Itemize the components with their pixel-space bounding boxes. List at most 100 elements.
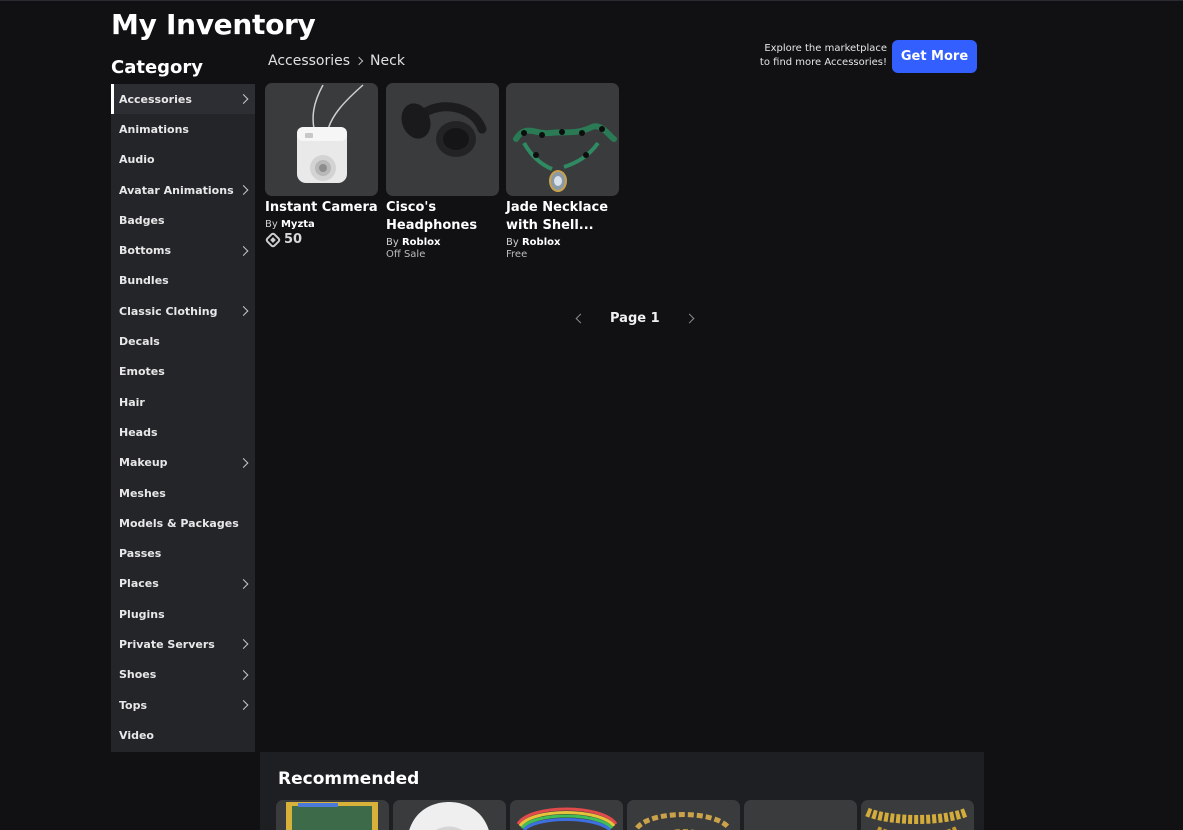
sidebar-item-label: Decals bbox=[119, 335, 160, 349]
chevron-right-icon bbox=[238, 669, 249, 680]
sidebar-item-animations[interactable]: Animations bbox=[111, 114, 255, 144]
sidebar-item-label: Private Servers bbox=[119, 637, 215, 651]
robux-icon bbox=[264, 231, 282, 248]
sidebar-item-video[interactable]: Video bbox=[111, 720, 255, 750]
sidebar-item-label: Bottoms bbox=[119, 244, 172, 258]
instant-camera-image bbox=[297, 84, 364, 183]
sidebar-item-passes[interactable]: Passes bbox=[111, 538, 255, 568]
sidebar-item-label: Video bbox=[119, 728, 154, 742]
creator-link[interactable]: Roblox bbox=[402, 237, 440, 248]
sidebar-item-accessories[interactable]: Accessories bbox=[111, 84, 255, 115]
sidebar-item-bottoms[interactable]: Bottoms bbox=[111, 235, 255, 265]
previous-page-button[interactable] bbox=[570, 308, 590, 328]
chevron-right-icon bbox=[238, 245, 249, 256]
chevron-left-icon bbox=[575, 313, 585, 323]
chevron-right-icon bbox=[684, 313, 695, 323]
sidebar-item-label: Badges bbox=[119, 213, 165, 227]
item-name[interactable]: Jade Necklace with Shell... bbox=[506, 199, 620, 235]
sidebar-item-label: Tops bbox=[119, 698, 148, 712]
sidebar-item-places[interactable]: Places bbox=[111, 569, 255, 599]
get-more-button[interactable]: Get More bbox=[892, 40, 977, 73]
sidebar-item-label: Plugins bbox=[119, 607, 165, 621]
explore-line-1: Explore the marketplace bbox=[764, 43, 887, 54]
sidebar-item-private-servers[interactable]: Private Servers bbox=[111, 629, 255, 659]
sidebar-item-label: Places bbox=[119, 577, 159, 591]
chevron-right-icon bbox=[238, 306, 249, 317]
recommended-item-thumbnail[interactable] bbox=[276, 800, 389, 830]
item-card-instant-camera[interactable]: Instant Camera By Myzta 50 bbox=[264, 83, 379, 248]
item-thumbnail[interactable] bbox=[506, 83, 619, 196]
sidebar-item-label: Emotes bbox=[119, 365, 165, 379]
chevron-right-icon bbox=[238, 639, 249, 650]
creator-link[interactable]: Myzta bbox=[281, 219, 315, 230]
sidebar-item-label: Classic Clothing bbox=[119, 304, 218, 318]
sidebar-item-tops[interactable]: Tops bbox=[111, 690, 255, 720]
breadcrumb-current: Neck bbox=[370, 53, 405, 69]
recommended-item-thumbnail[interactable] bbox=[393, 800, 506, 830]
sidebar-item-label: Models & Packages bbox=[119, 516, 239, 530]
page-indicator: Page 1 bbox=[610, 310, 660, 326]
sidebar-item-hair[interactable]: Hair bbox=[111, 387, 255, 417]
recommended-item-thumbnail[interactable] bbox=[744, 800, 857, 830]
item-card-jade-necklace[interactable]: Jade Necklace with Shell... By Roblox Fr… bbox=[506, 83, 620, 260]
item-thumbnail[interactable] bbox=[386, 83, 499, 196]
item-name[interactable]: Instant Camera bbox=[265, 199, 379, 217]
page-title: My Inventory bbox=[111, 8, 316, 41]
item-price: Free bbox=[506, 249, 528, 260]
sidebar-item-makeup[interactable]: Makeup bbox=[111, 448, 255, 478]
chevron-right-icon bbox=[354, 56, 364, 66]
item-creator: By Roblox bbox=[386, 237, 441, 248]
chevron-right-icon bbox=[238, 578, 249, 589]
item-price: 50 bbox=[264, 231, 379, 248]
gold-chain-image bbox=[865, 807, 969, 830]
sidebar-item-models-packages[interactable]: Models & Packages bbox=[111, 508, 255, 538]
recommended-section: Recommended bbox=[260, 752, 984, 830]
sidebar-item-avatar-animations[interactable]: Avatar Animations bbox=[111, 175, 255, 205]
price-value: 50 bbox=[284, 232, 303, 247]
sidebar-item-label: Heads bbox=[119, 425, 158, 439]
sidebar-item-plugins[interactable]: Plugins bbox=[111, 599, 255, 629]
creator-link[interactable]: Roblox bbox=[522, 237, 560, 248]
headphones-image bbox=[401, 102, 487, 157]
sidebar-item-heads[interactable]: Heads bbox=[111, 417, 255, 447]
sidebar-item-shoes[interactable]: Shoes bbox=[111, 660, 255, 690]
sidebar-item-label: Animations bbox=[119, 122, 189, 136]
sidebar-item-audio[interactable]: Audio bbox=[111, 145, 255, 175]
chevron-right-icon bbox=[238, 94, 249, 105]
item-name[interactable]: Cisco's Headphones bbox=[386, 199, 500, 235]
sidebar-item-label: Audio bbox=[119, 153, 155, 167]
pagination: Page 1 bbox=[570, 308, 700, 328]
sidebar-item-label: Shoes bbox=[119, 668, 157, 682]
sidebar-item-emotes[interactable]: Emotes bbox=[111, 357, 255, 387]
item-creator: By Roblox bbox=[506, 237, 561, 248]
chevron-right-icon bbox=[238, 457, 249, 468]
sidebar-item-label: Makeup bbox=[119, 456, 168, 470]
next-page-button[interactable] bbox=[680, 308, 700, 328]
breadcrumb: Accessories Neck bbox=[268, 53, 405, 69]
item-price: Off Sale bbox=[386, 249, 426, 260]
recommended-item-thumbnail[interactable] bbox=[510, 800, 623, 830]
item-creator: By Myzta bbox=[265, 219, 315, 230]
sidebar-item-badges[interactable]: Badges bbox=[111, 205, 255, 235]
sidebar-item-label: Bundles bbox=[119, 274, 169, 288]
sidebar-item-decals[interactable]: Decals bbox=[111, 326, 255, 356]
sidebar-item-label: Meshes bbox=[119, 486, 166, 500]
sidebar-item-bundles[interactable]: Bundles bbox=[111, 266, 255, 296]
rainbow-necklace-image bbox=[516, 807, 618, 830]
sidebar-item-label: Passes bbox=[119, 547, 162, 561]
sidebar-item-classic-clothing[interactable]: Classic Clothing bbox=[111, 296, 255, 326]
jade-necklace-image bbox=[513, 123, 617, 192]
category-sidebar: Accessories Animations Audio Avatar Anim… bbox=[111, 84, 255, 752]
explore-marketplace-text: Explore the marketplace to find more Acc… bbox=[740, 42, 887, 70]
recommended-item-thumbnail[interactable] bbox=[627, 800, 740, 830]
category-heading: Category bbox=[111, 57, 204, 78]
explore-line-2: to find more Accessories! bbox=[759, 57, 887, 68]
item-card-ciscos-headphones[interactable]: Cisco's Headphones By Roblox Off Sale bbox=[386, 83, 500, 260]
breadcrumb-parent-link[interactable]: Accessories bbox=[268, 53, 350, 69]
sidebar-item-meshes[interactable]: Meshes bbox=[111, 478, 255, 508]
top-divider bbox=[0, 0, 1183, 1]
item-thumbnail[interactable] bbox=[265, 83, 378, 196]
chevron-right-icon bbox=[238, 700, 249, 711]
chevron-right-icon bbox=[238, 185, 249, 195]
recommended-item-thumbnail[interactable] bbox=[861, 800, 974, 830]
